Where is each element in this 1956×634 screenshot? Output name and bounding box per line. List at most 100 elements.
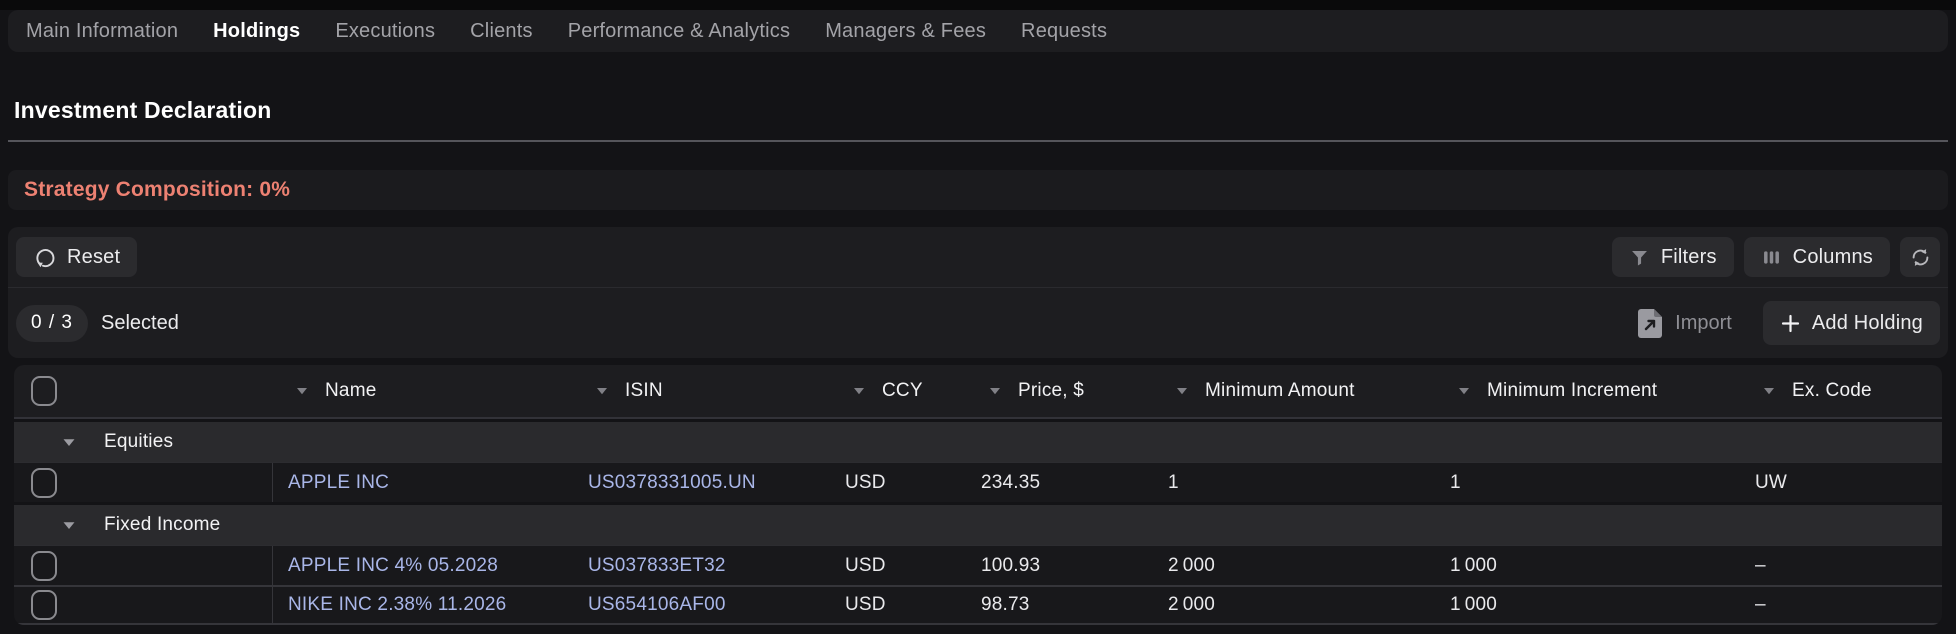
holding-ex-code: – (1740, 587, 1942, 623)
holding-price: 98.73 (966, 587, 1153, 623)
holdings-page: Main Information Holdings Executions Cli… (0, 0, 1956, 634)
holding-price: 234.35 (966, 463, 1153, 502)
holding-minimum-increment: 1 000 (1435, 546, 1740, 585)
column-label: Minimum Amount (1205, 380, 1355, 402)
column-label: Ex. Code (1792, 380, 1872, 402)
columns-button[interactable]: Columns (1744, 237, 1890, 277)
selection-status: 0 / 3 Selected (16, 305, 179, 342)
holding-ccy: USD (830, 587, 966, 623)
filter-icon (1629, 247, 1650, 268)
selection-count-badge: 0 / 3 (16, 305, 88, 342)
holding-minimum-increment: 1 (1435, 463, 1740, 502)
selection-row: 0 / 3 Selected Import (8, 287, 1948, 358)
holding-minimum-amount: 2 000 (1153, 546, 1435, 585)
holding-name-link[interactable]: APPLE INC (288, 472, 389, 494)
table-row: NIKE INC 2.38% 11.2026 US654106AF00 USD … (14, 585, 1942, 625)
tab-requests[interactable]: Requests (1021, 20, 1107, 43)
page-title: Investment Declaration (14, 97, 271, 124)
table-row: APPLE INC US0378331005.UN USD 234.35 1 1… (14, 462, 1942, 502)
group-label: Fixed Income (104, 514, 220, 536)
column-menu-icon[interactable] (853, 387, 865, 395)
column-header-isin: ISIN (573, 365, 830, 417)
group-row-fixed-income: Fixed Income (14, 502, 1942, 545)
column-menu-icon[interactable] (989, 387, 1001, 395)
filters-button-label: Filters (1661, 246, 1717, 269)
reset-button[interactable]: Reset (16, 237, 137, 277)
holding-minimum-increment: 1 000 (1435, 587, 1740, 623)
tab-main-information[interactable]: Main Information (26, 20, 178, 43)
filters-button[interactable]: Filters (1612, 237, 1734, 277)
column-header-name: Name (273, 365, 573, 417)
add-holding-button-label: Add Holding (1812, 312, 1923, 335)
holding-ccy: USD (830, 463, 966, 502)
window-top-strip (0, 0, 1956, 10)
columns-button-label: Columns (1793, 246, 1873, 269)
holding-minimum-amount: 2 000 (1153, 587, 1435, 623)
toolbar-row: Reset Filters (8, 227, 1948, 287)
group-row-equities: Equities (14, 419, 1942, 462)
add-holding-button[interactable]: Add Holding (1763, 301, 1940, 345)
select-all-checkbox[interactable] (31, 376, 57, 406)
tab-managers-fees[interactable]: Managers & Fees (825, 20, 986, 43)
refresh-icon (1909, 246, 1932, 269)
holding-isin-link[interactable]: US037833ET32 (588, 555, 726, 577)
collapse-group-icon[interactable] (62, 521, 76, 530)
column-menu-icon[interactable] (1763, 387, 1775, 395)
row-checkbox[interactable] (31, 590, 57, 620)
columns-icon (1761, 247, 1782, 268)
strategy-composition-text: Strategy Composition: 0% (24, 178, 290, 202)
row-select-cell (14, 463, 273, 502)
holding-name-link[interactable]: NIKE INC 2.38% 11.2026 (288, 594, 506, 616)
group-label: Equities (104, 431, 173, 453)
import-button[interactable]: Import (1637, 308, 1732, 339)
row-checkbox[interactable] (31, 551, 57, 581)
holdings-table: Name ISIN CCY Price, $ Minimum Amount Mi… (14, 365, 1942, 625)
table-header-row: Name ISIN CCY Price, $ Minimum Amount Mi… (14, 365, 1942, 419)
column-header-ex-code: Ex. Code (1740, 365, 1942, 417)
row-select-cell (14, 546, 273, 585)
collapse-group-icon[interactable] (62, 438, 76, 447)
refresh-button[interactable] (1900, 237, 1940, 277)
plus-icon (1780, 313, 1801, 334)
column-header-minimum-amount: Minimum Amount (1153, 365, 1435, 417)
reset-button-label: Reset (67, 246, 120, 269)
table-toolbar-panel: Reset Filters (8, 227, 1948, 358)
column-label: Minimum Increment (1487, 380, 1657, 402)
header-select-cell (14, 365, 273, 417)
actions-right-group: Import Add Holding (1637, 301, 1940, 345)
column-header-price: Price, $ (966, 365, 1153, 417)
tab-performance-analytics[interactable]: Performance & Analytics (568, 20, 790, 43)
column-menu-icon[interactable] (296, 387, 308, 395)
section-tab-bar: Main Information Holdings Executions Cli… (8, 10, 1948, 52)
holding-name-link[interactable]: APPLE INC 4% 05.2028 (288, 555, 498, 577)
import-button-label: Import (1675, 312, 1732, 335)
selection-count-label: Selected (101, 312, 179, 335)
column-menu-icon[interactable] (1176, 387, 1188, 395)
column-label: Price, $ (1018, 380, 1084, 402)
holding-isin-link[interactable]: US654106AF00 (588, 594, 726, 616)
toolbar-right-group: Filters Columns (1612, 237, 1940, 277)
row-select-cell (14, 587, 273, 623)
strategy-composition-bar: Strategy Composition: 0% (8, 170, 1948, 210)
reset-icon (33, 246, 56, 269)
tab-holdings[interactable]: Holdings (213, 20, 300, 43)
holding-isin-link[interactable]: US0378331005.UN (588, 472, 756, 494)
import-file-icon (1637, 308, 1664, 339)
row-checkbox[interactable] (31, 468, 57, 498)
table-row: APPLE INC 4% 05.2028 US037833ET32 USD 10… (14, 545, 1942, 585)
column-label: Name (325, 380, 376, 402)
tab-executions[interactable]: Executions (335, 20, 435, 43)
title-divider (8, 140, 1948, 142)
tab-clients[interactable]: Clients (470, 20, 533, 43)
holding-ex-code: UW (1740, 463, 1942, 502)
holding-ccy: USD (830, 546, 966, 585)
column-header-ccy: CCY (830, 365, 966, 417)
column-header-minimum-increment: Minimum Increment (1435, 365, 1740, 417)
column-menu-icon[interactable] (1458, 387, 1470, 395)
column-label: CCY (882, 380, 923, 402)
holding-ex-code: – (1740, 546, 1942, 585)
holding-price: 100.93 (966, 546, 1153, 585)
column-label: ISIN (625, 380, 663, 402)
column-menu-icon[interactable] (596, 387, 608, 395)
holding-minimum-amount: 1 (1153, 463, 1435, 502)
